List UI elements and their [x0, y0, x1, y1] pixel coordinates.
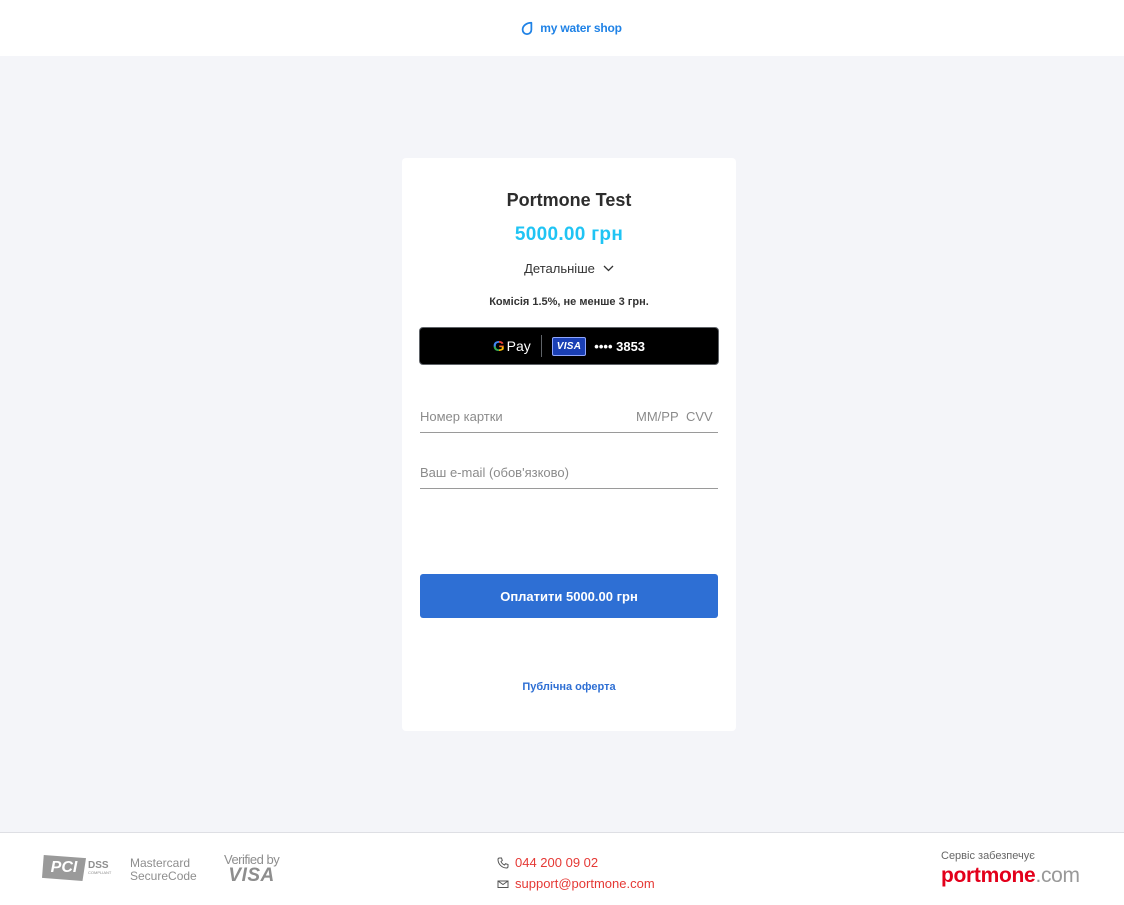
gpay-divider: [540, 335, 542, 357]
payment-amount: 5000.00 грн: [514, 224, 624, 245]
details-toggle[interactable]: Детальніше: [402, 261, 736, 276]
powered-by-label: Сервіс забезпечує: [941, 850, 1035, 862]
verified-by-visa-badge: Verified by VISA: [224, 853, 280, 886]
water-drop-icon: [522, 21, 533, 35]
commission-note: Комісія 1.5%, не менше 3 грн.: [489, 296, 649, 308]
email-input[interactable]: [420, 464, 718, 480]
details-label: Детальніше: [524, 261, 595, 276]
securecode-label: SecureCode: [130, 869, 197, 883]
portmone-logo-suffix: .com: [1035, 864, 1080, 887]
support-phone-link[interactable]: 044 200 09 02: [515, 855, 598, 870]
merchant-name: Portmone Test: [506, 190, 632, 210]
top-bar: my water shop: [0, 0, 1124, 56]
google-g-icon: G: [492, 337, 505, 355]
mail-icon: [497, 880, 509, 888]
mastercard-securecode-badge: Mastercard SecureCode: [130, 857, 197, 883]
pci-dss-badge: PCI DSS COMPLIANT: [42, 855, 111, 881]
saved-card-mask: •••• 3853: [594, 338, 646, 354]
portmone-logo-main: portmone: [941, 864, 1036, 887]
pci-logo-icon: PCI: [42, 855, 86, 881]
shop-name: my water shop: [540, 21, 622, 35]
support-email-link[interactable]: support@portmone.com: [515, 876, 655, 891]
card-details-row: [420, 400, 718, 433]
pay-button[interactable]: Оплатити 5000.00 грн: [420, 574, 718, 618]
shop-logo-link[interactable]: my water shop: [520, 21, 622, 35]
phone-icon: [497, 857, 509, 869]
email-row: [420, 456, 718, 489]
powered-by: Сервіс забезпечує portmone.com: [941, 850, 1080, 886]
card-number-input[interactable]: [420, 408, 636, 424]
google-pay-button[interactable]: G Pay VISA •••• 3853: [419, 327, 719, 365]
google-pay-logo: G Pay: [493, 338, 531, 355]
portmone-logo[interactable]: portmone.com: [941, 865, 1080, 886]
support-contacts: 044 200 09 02 support@portmone.com: [497, 852, 655, 894]
cvv-input[interactable]: [686, 408, 718, 424]
visa-card-icon: VISA: [551, 336, 587, 356]
visa-label: VISA: [228, 865, 275, 886]
expiry-input[interactable]: [636, 408, 686, 424]
gpay-label: Pay: [506, 338, 531, 354]
public-offer-link[interactable]: Публічна оферта: [402, 681, 736, 693]
chevron-down-icon: [603, 265, 614, 272]
pci-compliant-label: COMPLIANT: [88, 870, 112, 875]
